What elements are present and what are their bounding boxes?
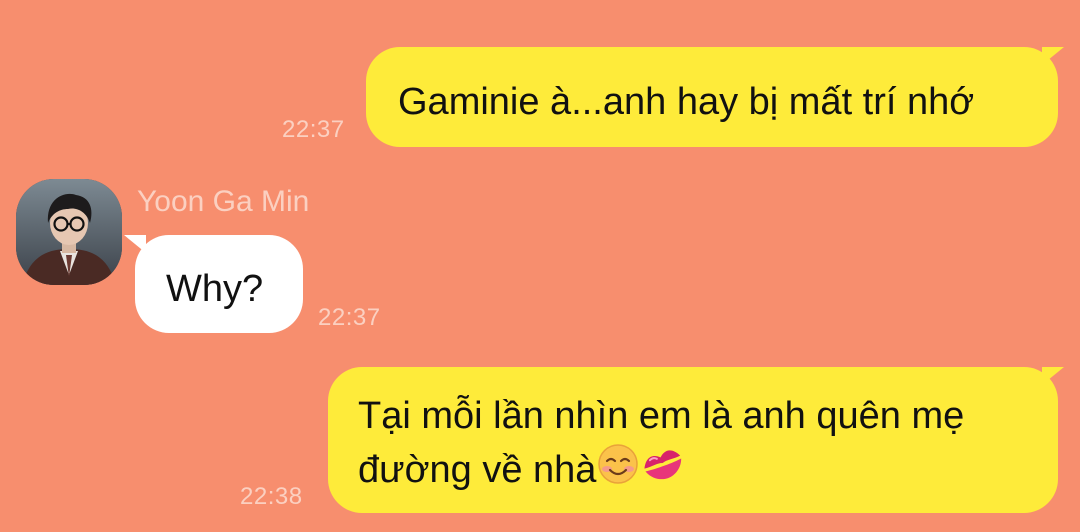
message-text-line-2: đường về nhà <box>358 442 1058 500</box>
message-timestamp: 22:38 <box>240 483 303 510</box>
message-text: đường về nhà <box>358 449 597 492</box>
outgoing-message-bubble[interactable]: Gaminie à...anh hay bị mất trí nhớ <box>366 47 1058 147</box>
message-timestamp: 22:37 <box>318 304 381 331</box>
message-timestamp: 22:37 <box>282 116 345 143</box>
chat-thread: Gaminie à...anh hay bị mất trí nhớ 22:37 <box>0 0 1080 532</box>
outgoing-message-bubble[interactable]: Tại mỗi lần nhìn em là anh quên mẹ đường… <box>328 367 1058 513</box>
kiss-mark-emoji-icon <box>640 442 686 500</box>
message-text-line: Tại mỗi lần nhìn em là anh quên mẹ <box>358 395 965 437</box>
message-text: Why? <box>166 268 264 310</box>
avatar-photo-icon <box>16 179 122 285</box>
smiling-face-emoji-icon <box>596 442 640 500</box>
sender-name: Yoon Ga Min <box>137 185 310 218</box>
message-text: Gaminie à...anh hay bị mất trí nhớ <box>398 81 975 123</box>
avatar[interactable] <box>16 179 122 285</box>
incoming-message-bubble[interactable]: Why? <box>135 235 303 333</box>
